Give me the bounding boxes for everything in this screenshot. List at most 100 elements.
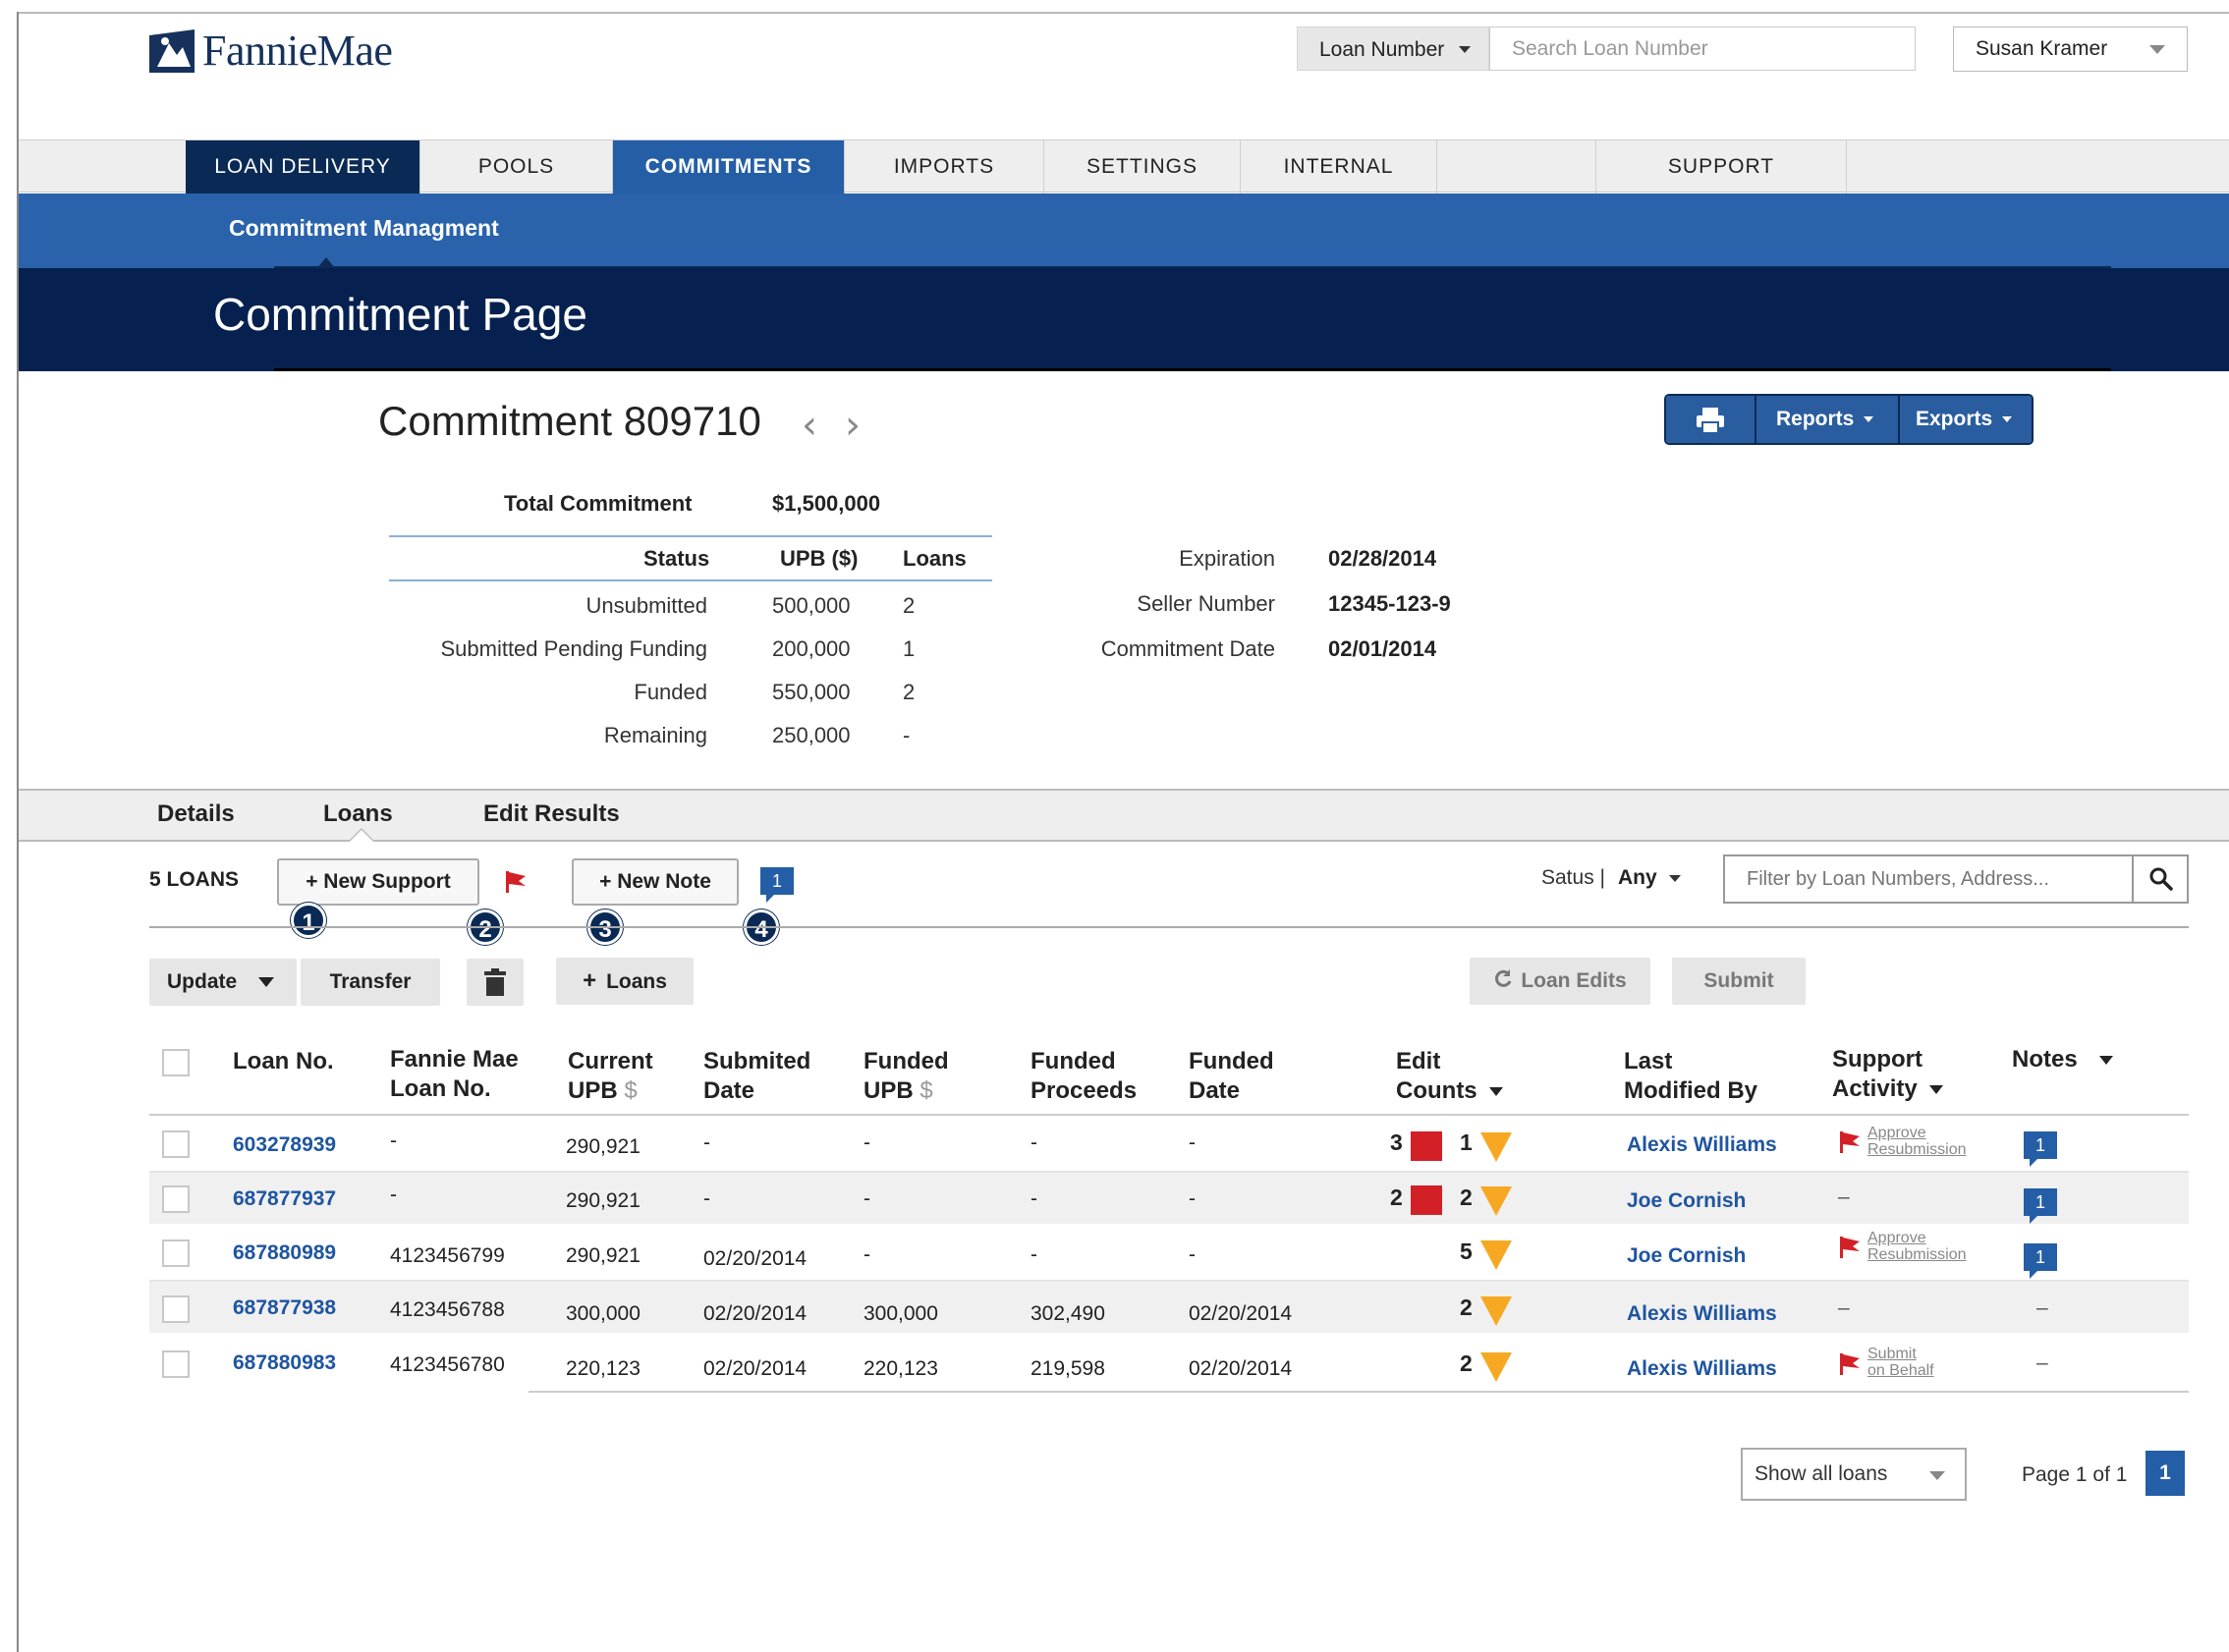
table-row[interactable] [149,1173,2189,1224]
divider [274,368,2111,371]
trash-icon [484,968,506,996]
user-menu[interactable]: Susan Kramer [1953,27,2188,72]
row-checkbox[interactable] [162,1239,190,1267]
prev-commitment-icon[interactable]: ‹ [802,403,817,448]
search-type-label: Loan Number [1319,38,1445,61]
submit-button[interactable]: Submit [1672,958,1806,1005]
filter-loans-input[interactable] [1723,854,2134,904]
modified-by-link[interactable]: Alexis Williams [1627,1357,1777,1381]
loan-number-link[interactable]: 687880983 [233,1351,336,1375]
new-support-button[interactable]: + New Support [277,858,479,906]
col-submitted-date[interactable]: Submited Date [703,1047,810,1106]
col-header-line: Activity [1832,1074,1943,1104]
warning-triangle-icon[interactable] [1480,1352,1512,1382]
support-activity-link[interactable]: Approve Resubmission [1867,1125,1966,1158]
search-loan-input[interactable] [1489,27,1916,71]
col-last-modified[interactable]: Last Modified By [1624,1047,1757,1106]
search-type-dropdown[interactable]: Loan Number [1297,27,1489,71]
modified-by-link[interactable]: Alexis Williams [1627,1133,1777,1157]
col-funded-proceeds[interactable]: Funded Proceeds [1031,1047,1137,1106]
note-icon[interactable]: 1 [2024,1188,2057,1224]
col-current-upb[interactable]: Current UPB $ [568,1047,653,1106]
select-all-checkbox[interactable] [162,1049,190,1076]
row-checkbox[interactable] [162,1295,190,1323]
warning-triangle-icon[interactable] [1480,1240,1512,1270]
new-note-button[interactable]: + New Note [572,858,739,906]
update-button[interactable]: Update [149,959,297,1006]
show-loans-dropdown[interactable]: Show all loans [1741,1448,1967,1501]
funded-proceeds: - [1031,1131,1037,1154]
error-square-icon[interactable] [1411,1131,1442,1161]
col-support-activity[interactable]: Support Activity [1832,1045,1943,1104]
print-button[interactable] [1666,396,1756,443]
show-loans-label: Show all loans [1755,1462,1888,1485]
modified-by-link[interactable]: Alexis Williams [1627,1302,1777,1326]
chevron-down-icon [1928,1085,1943,1095]
transfer-button[interactable]: Transfer [301,959,440,1006]
nav-pools[interactable]: POOLS [420,140,613,193]
submitted-date: - [703,1187,710,1210]
status-filter-dropdown[interactable]: Any [1618,866,1681,890]
subnav-commitment-management[interactable]: Commitment Managment [229,215,499,242]
exports-button[interactable]: Exports [1900,396,2032,443]
loan-number-link[interactable]: 603278939 [233,1133,336,1157]
fm-loan-no: 4123456788 [390,1298,505,1321]
modified-by-link[interactable]: Joe Cornish [1627,1244,1746,1268]
nav-loan-delivery[interactable]: LOAN DELIVERY [186,140,420,193]
reports-button[interactable]: Reports [1756,396,1900,443]
nav-support[interactable]: SUPPORT [1596,140,1847,193]
print-icon [1697,408,1724,434]
flag-icon [1840,1237,1860,1258]
nav-internal[interactable]: INTERNAL [1241,140,1437,193]
loan-number-link[interactable]: 687877937 [233,1187,336,1211]
loan-number-link[interactable]: 687880989 [233,1241,336,1265]
warning-triangle-icon[interactable] [1480,1296,1512,1326]
funded-upb: - [864,1243,870,1266]
note-icon[interactable]: 1 [760,867,794,903]
current-upb: 290,921 [566,1135,641,1158]
error-count: 3 [1390,1129,1403,1155]
error-square-icon[interactable] [1411,1185,1442,1215]
nav-commitments[interactable]: COMMITMENTS [613,140,845,193]
note-icon[interactable]: 1 [2024,1131,2057,1167]
support-activity-link[interactable]: Approve Resubmission [1867,1230,1966,1263]
summary-upb: 550,000 [772,680,851,704]
loan-number-link[interactable]: 687877938 [233,1296,336,1320]
warning-triangle-icon[interactable] [1480,1186,1512,1216]
nav-settings[interactable]: SETTINGS [1044,140,1241,193]
summary-status: Funded [634,680,707,704]
col-funded-upb[interactable]: Funded UPB $ [864,1047,949,1106]
note-icon[interactable]: 1 [2024,1243,2057,1279]
modified-by-link[interactable]: Joe Cornish [1627,1189,1746,1213]
add-loans-button[interactable]: + Loans [556,958,694,1005]
col-edit-counts[interactable]: Edit Counts [1396,1047,1503,1106]
flag-icon [1840,1353,1860,1375]
row-checkbox[interactable] [162,1350,190,1378]
warning-triangle-icon[interactable] [1480,1132,1512,1162]
loan-edits-button[interactable]: Loan Edits [1470,958,1650,1005]
chevron-down-icon [2002,416,2013,423]
row-checkbox[interactable] [162,1185,190,1213]
tab-loans[interactable]: Loans [323,800,393,828]
loan-count: 5 LOANS [149,868,240,891]
filter-search-button[interactable] [2132,854,2189,904]
nav-imports[interactable]: IMPORTS [845,140,1044,193]
page-button[interactable]: 1 [2145,1451,2185,1496]
flag-icon[interactable] [504,870,528,894]
support-activity-link[interactable]: Submit on Behalf [1867,1346,1934,1379]
dollar-icon: $ [919,1077,933,1104]
col-funded-date[interactable]: Funded Date [1189,1047,1274,1106]
next-commitment-icon[interactable]: › [845,403,861,448]
status-filter-label: Satus | [1541,866,1605,889]
col-loan-no[interactable]: Loan No. [233,1047,334,1076]
tab-edit-results[interactable]: Edit Results [483,800,620,828]
col-header-line: Funded [1031,1048,1116,1074]
divider [389,535,992,537]
fanniemae-logo[interactable]: FannieMae [147,26,393,76]
delete-button[interactable] [467,959,524,1006]
tab-details[interactable]: Details [157,800,235,828]
col-notes[interactable]: Notes [2012,1045,2113,1074]
funded-proceeds: 219,598 [1031,1357,1105,1380]
row-checkbox[interactable] [162,1130,190,1158]
col-fm-loan-no[interactable]: Fannie Mae Loan No. [390,1045,519,1104]
